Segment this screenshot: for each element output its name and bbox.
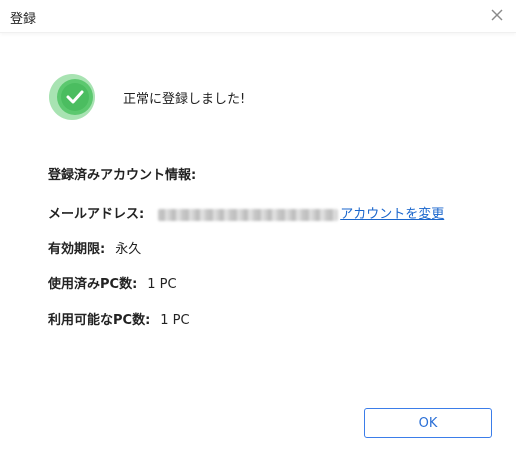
used-pc-label: 使用済みPC数:	[48, 277, 138, 292]
account-info-heading: 登録済みアカウント情報:	[48, 168, 197, 183]
registration-dialog: 登録 正常に登録しました! 登録済みアカウント情報: メールアドレス: アカウント…	[0, 0, 516, 464]
email-row: メールアドレス: アカウントを変更	[48, 203, 444, 222]
check-circle-icon	[48, 73, 96, 121]
email-value-redacted	[158, 208, 339, 221]
available-pc-row: 利用可能なPC数: 1 PC	[48, 309, 190, 328]
used-pc-row: 使用済みPC数: 1 PC	[48, 273, 177, 292]
success-message: 正常に登録しました!	[123, 92, 246, 107]
change-account-link[interactable]: アカウントを変更	[340, 207, 444, 222]
email-label: メールアドレス:	[48, 207, 145, 222]
used-pc-value: 1 PC	[147, 277, 177, 292]
window-title: 登録	[10, 12, 37, 27]
available-pc-label: 利用可能なPC数:	[48, 313, 151, 328]
expiry-row: 有効期限: 永久	[48, 238, 141, 257]
expiry-label: 有効期限:	[48, 242, 106, 257]
title-bar: 登録	[0, 0, 516, 33]
expiry-value: 永久	[115, 242, 142, 257]
close-icon[interactable]	[488, 6, 506, 24]
available-pc-value: 1 PC	[160, 313, 190, 328]
ok-button[interactable]: OK	[364, 408, 492, 438]
